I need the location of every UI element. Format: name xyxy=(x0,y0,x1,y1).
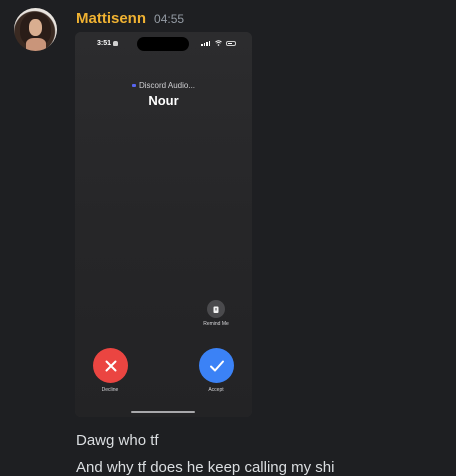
caller-name: Nour xyxy=(148,93,179,108)
decline-button xyxy=(93,348,128,383)
image-attachment[interactable]: 3:51 Discord Audio... Nour Remind Me Dec… xyxy=(75,32,252,417)
status-bar-time: 3:51 xyxy=(97,40,112,47)
discord-icon xyxy=(131,84,136,88)
remind-me-label: Remind Me xyxy=(203,321,229,327)
message-text-line: Dawg who tf xyxy=(76,432,159,449)
user-avatar[interactable] xyxy=(14,8,57,51)
message-text-line: And why tf does he keep calling my shi xyxy=(76,459,335,476)
checkmark-icon xyxy=(209,360,224,371)
username[interactable]: Mattisenn xyxy=(76,10,146,27)
signal-icon xyxy=(201,41,210,46)
chat-message: Mattisenn 04:55 3:51 Discord Audio... No… xyxy=(0,0,456,476)
timestamp[interactable]: 04:55 xyxy=(154,12,184,26)
avatar-neck xyxy=(26,38,46,51)
battery-icon xyxy=(226,41,236,46)
accept-label: Accept xyxy=(208,387,224,393)
dynamic-island xyxy=(137,37,189,51)
decline-label: Decline xyxy=(101,387,119,393)
close-icon xyxy=(105,360,116,371)
wifi-icon xyxy=(215,40,222,46)
message-header: Mattisenn 04:55 xyxy=(76,10,184,28)
home-indicator xyxy=(131,411,195,413)
alarm-clock-icon xyxy=(213,306,219,313)
accept-button xyxy=(199,348,234,383)
bell-icon xyxy=(113,41,118,46)
remind-me-button xyxy=(207,300,225,318)
avatar-face xyxy=(29,19,42,36)
call-app-label: Discord Audio... xyxy=(75,81,252,90)
phone-screenshot: 3:51 Discord Audio... Nour Remind Me Dec… xyxy=(75,32,252,417)
call-app-text: Discord Audio... xyxy=(138,81,196,90)
